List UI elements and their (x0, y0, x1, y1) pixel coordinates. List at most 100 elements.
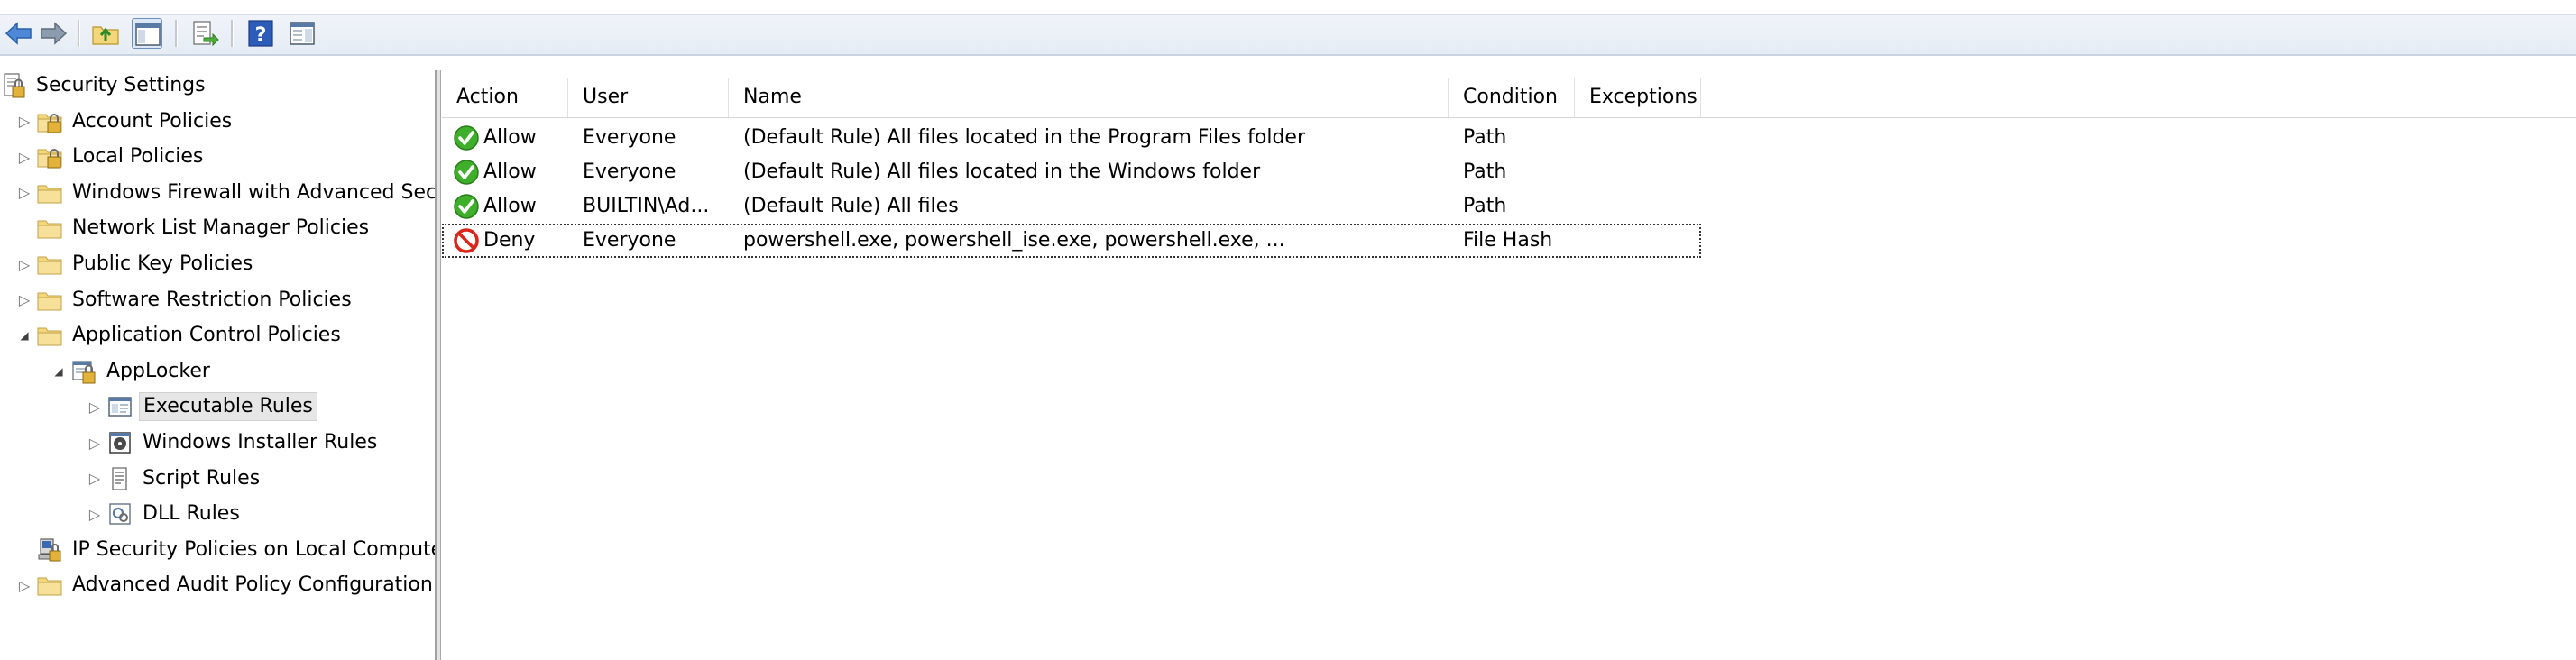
tree-item[interactable]: ▷ Local Policies (16, 142, 207, 172)
allow-check-icon (453, 124, 483, 151)
title-strip (0, 0, 2576, 15)
expand-arrow-icon[interactable]: ▷ (87, 499, 103, 529)
tree-item[interactable]: ▷ Windows Installer Rules (87, 427, 381, 458)
expand-arrow-icon[interactable]: ▷ (16, 106, 32, 137)
cell-condition: Path (1463, 195, 1507, 217)
tree-item-label: Script Rules (143, 466, 261, 490)
up-folder-icon (92, 26, 119, 45)
action-text: Allow (483, 195, 537, 217)
expand-arrow-icon[interactable]: ▷ (87, 391, 103, 422)
cell-exceptions (1575, 224, 1701, 258)
script-rules-icon (106, 465, 133, 492)
tree-item[interactable]: ▷ Script Rules (87, 463, 263, 494)
cell-action: Allow (442, 121, 568, 155)
show-hide-action-pane-icon (290, 22, 315, 45)
expand-arrow-icon[interactable]: ▷ (87, 463, 103, 494)
applocker-icon (70, 358, 97, 385)
column-header-condition[interactable]: Condition (1449, 78, 1575, 117)
folder-icon (36, 322, 63, 349)
collapse-arrow-icon[interactable]: ◢ (51, 356, 67, 387)
up-one-level-button[interactable] (90, 18, 121, 49)
tree-item-label: Windows Firewall with Advanced Security (72, 180, 437, 204)
cell-exceptions (1575, 155, 1701, 189)
forward-button[interactable] (38, 18, 69, 49)
tree-item[interactable]: IP Security Policies on Local Computer (16, 535, 437, 565)
folder-icon (36, 179, 63, 206)
column-header-action[interactable]: Action (442, 78, 568, 117)
toolbar-separator (78, 20, 80, 47)
tree-item[interactable]: ◢ Application Control Policies (16, 320, 345, 351)
tree-item-label: AppLocker (106, 359, 210, 382)
pane-splitter[interactable] (437, 70, 441, 660)
forward-arrow-icon (41, 22, 68, 45)
tree-item[interactable]: ▷ Executable Rules (87, 391, 317, 422)
tree-item[interactable]: ▷ Windows Firewall with Advanced Security (16, 178, 437, 208)
cell-condition: Path (1463, 160, 1507, 183)
tree-item[interactable]: ▷ Public Key Policies (16, 249, 256, 280)
tree-item-label: Network List Manager Policies (72, 216, 370, 240)
folder-icon (36, 251, 63, 278)
column-header-exceptions[interactable]: Exceptions (1575, 78, 1701, 117)
export-list-icon (193, 21, 219, 47)
dll-rules-icon (106, 500, 133, 527)
expand-arrow-icon[interactable]: ▷ (16, 178, 32, 208)
cell-action: Deny (442, 224, 568, 258)
tree-item-label: Local Policies (72, 145, 204, 169)
policy-folder-lock-icon (36, 143, 63, 170)
tree-item-label: DLL Rules (143, 502, 240, 526)
tree-item[interactable]: Security Settings (0, 70, 209, 101)
cell-action: Allow (442, 155, 568, 189)
table-row[interactable]: Allow Everyone (Default Rule) All files lo… (442, 155, 1701, 189)
expand-arrow-icon[interactable]: ▷ (16, 142, 32, 172)
tree-item-label: Software Restriction Policies (72, 288, 352, 311)
cell-exceptions (1575, 121, 1701, 155)
column-header-name[interactable]: Name (729, 78, 1449, 117)
folder-icon (36, 215, 63, 242)
folder-icon (36, 572, 63, 599)
show-hide-console-tree-button[interactable] (132, 18, 162, 49)
table-row[interactable]: Allow Everyone (Default Rule) All files lo… (442, 121, 1701, 155)
tree-item[interactable]: ▷ Account Policies (16, 106, 235, 137)
cell-name: (Default Rule) All files located in the … (743, 160, 1261, 183)
collapse-arrow-icon[interactable]: ◢ (16, 320, 32, 351)
tree-item[interactable]: Network List Manager Policies (16, 213, 373, 243)
tree-item[interactable]: ▷ Advanced Audit Policy Configuration (16, 570, 435, 600)
back-button[interactable] (4, 18, 34, 49)
tree-item-label: Executable Rules (139, 392, 317, 422)
action-text: Deny (483, 229, 536, 252)
tree-item[interactable]: ▷ DLL Rules (87, 499, 244, 529)
ip-security-icon (36, 536, 63, 564)
tree-item-label: IP Security Policies on Local Computer (72, 537, 437, 561)
security-settings-icon (0, 72, 27, 99)
help-button[interactable]: ? (245, 18, 276, 49)
tree-item-label: Windows Installer Rules (143, 431, 378, 454)
tree-item-label: Account Policies (72, 109, 233, 133)
console-tree[interactable]: Security Settings ▷ Account Policies ▷ Local… (0, 70, 437, 660)
table-row[interactable]: Allow BUILTIN\Ad... (Default Rule) All fil… (442, 189, 1701, 224)
table-row[interactable]: Deny Everyone powershell.exe, powershell_i… (442, 224, 1701, 258)
tree-item-label: Advanced Audit Policy Configuration (72, 573, 433, 597)
expand-arrow-icon[interactable]: ▷ (16, 285, 32, 316)
expand-arrow-icon[interactable]: ▷ (16, 249, 32, 280)
toolbar-separator (175, 20, 178, 47)
svg-text:?: ? (255, 24, 267, 47)
cell-exceptions (1575, 189, 1701, 224)
show-hide-action-pane-button[interactable] (287, 18, 317, 49)
cell-user: Everyone (583, 160, 676, 183)
cell-name: (Default Rule) All files located in the … (743, 126, 1306, 149)
expand-arrow-icon[interactable]: ▷ (87, 427, 103, 458)
tree-item[interactable]: ▷ Software Restriction Policies (16, 285, 355, 316)
back-arrow-icon (5, 22, 32, 45)
export-list-button[interactable] (189, 18, 220, 49)
cell-user: Everyone (583, 229, 676, 252)
mmc-toolbar: ? (0, 0, 2576, 56)
rules-list[interactable]: Action User Name Condition Exceptions Al… (442, 70, 2576, 660)
column-header-user[interactable]: User (568, 78, 729, 117)
show-hide-console-tree-icon (135, 23, 161, 46)
toolbar-separator (231, 20, 234, 47)
tree-item-label: Security Settings (36, 74, 206, 96)
tree-item[interactable]: ◢ AppLocker (51, 356, 214, 387)
expand-arrow-icon[interactable]: ▷ (16, 570, 32, 600)
cell-condition: Path (1463, 126, 1507, 149)
